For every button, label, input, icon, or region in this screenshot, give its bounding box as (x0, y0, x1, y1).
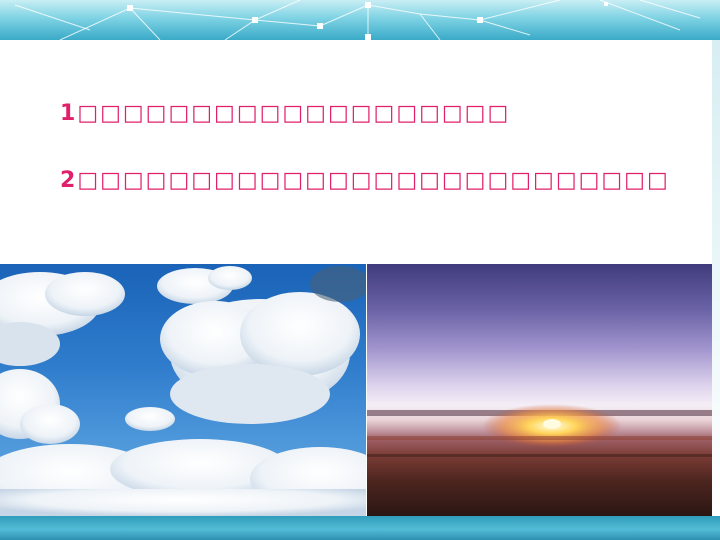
network-pattern (14, 0, 701, 40)
line-number: 1 (60, 101, 78, 126)
sunrise-illustration (367, 404, 712, 457)
cloud-illustration (0, 266, 366, 516)
sunrise-photo (367, 264, 712, 516)
right-edge-strip (712, 40, 720, 516)
line-number: 2 (60, 168, 78, 193)
top-decorative-banner (0, 0, 720, 40)
sky-clouds-photo (0, 264, 366, 516)
content-line-2: 2□□□□□□□□□□□□□□□□□□□□□□□□□□ (60, 168, 670, 193)
line-text: □□□□□□□□□□□□□□□□□□□ (77, 101, 511, 126)
content-line-1: 1□□□□□□□□□□□□□□□□□□□ (60, 101, 510, 126)
line-text: □□□□□□□□□□□□□□□□□□□□□□□□□□ (77, 168, 670, 193)
bottom-decorative-banner (0, 516, 720, 540)
